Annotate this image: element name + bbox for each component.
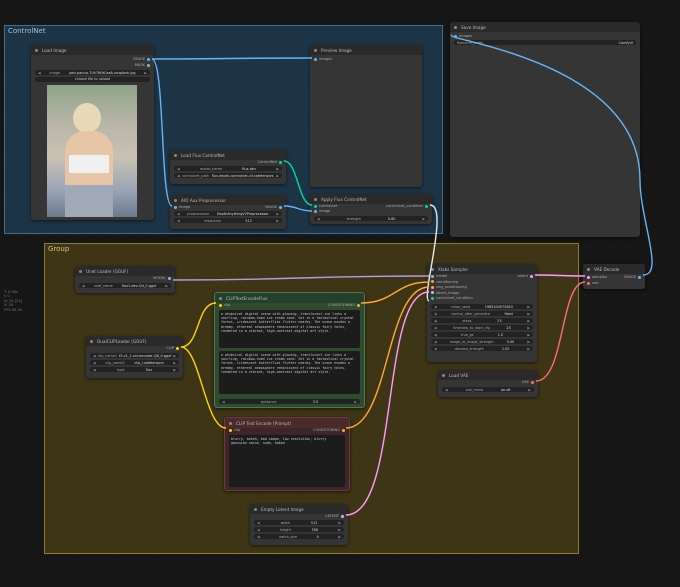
clip-output[interactable]: CLIP bbox=[166, 346, 181, 350]
clip-input[interactable]: clip bbox=[227, 428, 240, 432]
stats-readout: T: 0.00s I: 0 N: 24 [24] V: 28 FPS:30.30 bbox=[4, 290, 23, 312]
node-title: CLIPTextEncodeFlux bbox=[226, 295, 268, 301]
load-flux-controlnet-node[interactable]: Load Flux ControlNet ControlNet ◀ model_n… bbox=[170, 150, 286, 184]
portrait-shape bbox=[73, 103, 101, 133]
node-title: Load Image bbox=[42, 47, 67, 53]
dual-clip-loader-node[interactable]: DualCLIPLoader (GGUF) CLIP ◀ clip_name1 t5… bbox=[86, 336, 183, 378]
main-group-title: Group bbox=[48, 245, 70, 253]
node-title: Preview Image bbox=[321, 47, 352, 53]
vae-input[interactable]: vae bbox=[585, 281, 599, 285]
vae-output[interactable]: VAE bbox=[522, 380, 536, 384]
node-title: Load VAE bbox=[449, 372, 469, 378]
noise-seed-stepper[interactable]: ◀ noise_seed 1985200572063 ▶ bbox=[431, 304, 533, 309]
image-select[interactable]: ◀ image josh-paccia-7Uk7N0tCaaA-unsplash.j… bbox=[35, 70, 150, 75]
load-image-node[interactable]: Load Image IMAGE MASK ◀ image josh-paccia-… bbox=[31, 45, 154, 220]
denoise-strength-stepper[interactable]: ◀ denoise_strength 1.00 ▶ bbox=[431, 346, 533, 351]
clip-l-textarea[interactable]: a whimsical digital scene with glowing, … bbox=[219, 310, 360, 348]
true-gs-stepper[interactable]: ◀ true_gs 1.0 ▶ bbox=[431, 332, 533, 337]
save-image-node[interactable]: Save Image images filename_prefix ComfyUI bbox=[450, 22, 640, 237]
node-title: Load Flux ControlNet bbox=[181, 152, 225, 158]
clip-text-encode-negative-node[interactable]: CLIP Text Encode (Prompt) clip CONDITION… bbox=[224, 417, 350, 491]
timestep-start-cfg-stepper[interactable]: ◀ timestep_to_start_cfg 25 ▶ bbox=[431, 325, 533, 330]
neg-conditioning-input[interactable]: neg_conditioning bbox=[429, 285, 467, 289]
clip-name1-select[interactable]: ◀ clip_name1 t5-v1_1-xxl-encoder-Q8_0.gguf… bbox=[90, 353, 179, 358]
empty-latent-image-node[interactable]: Empty Latent Image LATENT ◀ width 512 ▶ ◀ he… bbox=[250, 504, 348, 545]
image-output[interactable]: IMAGE bbox=[624, 275, 643, 279]
controlnet-condition-input[interactable]: controlnet_condition bbox=[429, 296, 473, 300]
vae-name-select[interactable]: ◀ vae_name ae.sft ▶ bbox=[442, 387, 534, 392]
controlnet-input[interactable]: controlnet bbox=[312, 204, 337, 208]
node-title: VAE Decode bbox=[594, 266, 620, 272]
upload-button[interactable]: choose file to upload bbox=[35, 77, 150, 82]
load-vae-node[interactable]: Load VAE VAE ◀ vae_name ae.sft ▶ bbox=[438, 370, 538, 397]
node-title: Save Image bbox=[461, 24, 486, 30]
clip-text-encode-flux-node[interactable]: CLIPTextEncodeFlux clip CONDITIONING a w… bbox=[214, 292, 365, 408]
resolution-stepper[interactable]: ◀ resolution 512 ▶ bbox=[174, 218, 282, 223]
t5xxl-textarea[interactable]: a whimsical digital scene with glowing, … bbox=[219, 351, 360, 394]
node-title: Empty Latent Image bbox=[261, 506, 304, 512]
model-output[interactable]: MODEL bbox=[153, 276, 173, 280]
control-after-generate-select[interactable]: ◀ control_after_generate fixed ▶ bbox=[431, 311, 533, 316]
latent-image-input[interactable]: latent_image bbox=[429, 291, 460, 295]
portrait-top bbox=[69, 155, 109, 173]
conditioning-input[interactable]: conditioning bbox=[429, 280, 458, 284]
apply-flux-controlnet-node[interactable]: Apply Flux ControlNet controlnet image c… bbox=[310, 194, 432, 224]
node-title: AIO Aux Preprocessor bbox=[181, 197, 227, 203]
preprocessor-select[interactable]: ◀ preprocessor DepthAnythingV2Preprocessor… bbox=[174, 211, 282, 216]
height-stepper[interactable]: ◀ height 768 ▶ bbox=[254, 527, 344, 532]
node-title: Xlabs Sampler bbox=[438, 266, 469, 272]
node-title: DualCLIPLoader (GGUF) bbox=[97, 338, 147, 344]
latent-output[interactable]: LATENT bbox=[325, 514, 346, 518]
clip-name2-select[interactable]: ◀ clip_name2 clip_l.safetensors ▶ bbox=[90, 360, 179, 365]
steps-stepper[interactable]: ◀ steps 25 ▶ bbox=[431, 318, 533, 323]
image-input[interactable]: image bbox=[172, 205, 190, 209]
conditioning-output[interactable]: CONDITIONING bbox=[328, 303, 362, 307]
portrait-skirt bbox=[65, 185, 113, 217]
vae-decode-node[interactable]: VAE Decode samples vae IMAGE bbox=[583, 264, 645, 289]
conditioning-output[interactable]: CONDITIONING bbox=[313, 428, 347, 432]
node-title: Unet Loader (GGUF) bbox=[86, 268, 129, 274]
controlnet-path-select[interactable]: ◀ controlnet_path flux-depth-controlnet-v3… bbox=[174, 173, 282, 178]
image-to-image-strength-stepper[interactable]: ◀ image_to_image_strength 0.00 ▶ bbox=[431, 339, 533, 344]
images-input[interactable]: images bbox=[312, 57, 332, 61]
controlnet-output[interactable]: ControlNet bbox=[258, 160, 284, 164]
negative-prompt-textarea[interactable]: blurry, bokeh, bad image, low resolution… bbox=[229, 435, 345, 487]
preview-image-node[interactable]: Preview Image images bbox=[310, 45, 422, 187]
node-title: CLIP Text Encode (Prompt) bbox=[236, 420, 292, 426]
samples-input[interactable]: samples bbox=[585, 275, 607, 279]
model-name-select[interactable]: ◀ model_name flux-dev ▶ bbox=[174, 166, 282, 171]
controlnet-condition-output[interactable]: controlnet_condition bbox=[386, 204, 430, 208]
image-output[interactable]: IMAGE bbox=[265, 205, 284, 209]
batch-size-stepper[interactable]: ◀ batch_size 4 ▶ bbox=[254, 534, 344, 539]
strength-stepper[interactable]: ◀ strength 0.60 ▶ bbox=[314, 216, 428, 221]
clip-input[interactable]: clip bbox=[217, 303, 230, 307]
aio-preprocessor-node[interactable]: AIO Aux Preprocessor image IMAGE ◀ prepro… bbox=[170, 195, 286, 229]
model-input[interactable]: model bbox=[429, 274, 447, 278]
mask-output[interactable]: MASK bbox=[135, 63, 152, 67]
filename-prefix-field[interactable]: filename_prefix ComfyUI bbox=[454, 40, 636, 45]
type-select[interactable]: ◀ type flux ▶ bbox=[90, 367, 179, 372]
width-stepper[interactable]: ◀ width 512 ▶ bbox=[254, 520, 344, 525]
xlabs-sampler-node[interactable]: Xlabs Sampler latent model conditioning … bbox=[427, 264, 537, 362]
image-input[interactable]: image bbox=[312, 209, 330, 213]
controlnet-group-title: ControlNet bbox=[8, 27, 46, 35]
unet-name-select[interactable]: ◀ unet_name flux1-dev-Q4_0.gguf ▶ bbox=[79, 283, 171, 288]
images-input[interactable]: images bbox=[452, 34, 472, 38]
image-output[interactable]: IMAGE bbox=[133, 57, 152, 61]
node-title: Apply Flux ControlNet bbox=[321, 196, 367, 202]
latent-output[interactable]: latent bbox=[517, 274, 535, 278]
unet-loader-node[interactable]: Unet Loader (GGUF) MODEL ◀ unet_name flux1… bbox=[75, 266, 175, 293]
loaded-image-preview bbox=[47, 85, 137, 217]
guidance-stepper[interactable]: ◀ guidance 3.5 ▶ bbox=[219, 399, 360, 404]
